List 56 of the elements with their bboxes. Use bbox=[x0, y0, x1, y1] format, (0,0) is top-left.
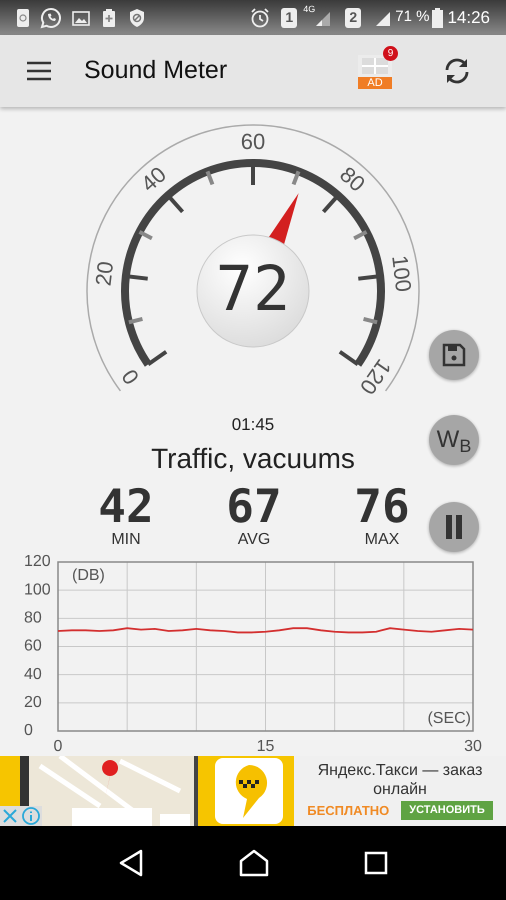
stat-value: 42 bbox=[98, 482, 154, 530]
elapsed-time: 01:45 bbox=[232, 414, 274, 436]
ad-headline: Яндекс.Такси — заказ онлайн bbox=[316, 760, 484, 799]
stat-value: 67 bbox=[226, 482, 282, 530]
noise-description: Traffic, vacuums bbox=[151, 442, 355, 476]
y-axis-label: 60 bbox=[24, 637, 42, 654]
save-button[interactable] bbox=[429, 330, 479, 380]
y-axis-label: 100 bbox=[24, 580, 51, 598]
x-axis-label: 30 bbox=[464, 738, 482, 754]
chat-icon bbox=[40, 6, 62, 28]
install-button[interactable]: УСТАНОВИТЬ bbox=[401, 801, 493, 820]
notification-badge: 9 bbox=[383, 46, 398, 61]
scale-label: 120 bbox=[354, 354, 396, 400]
alarm-icon bbox=[249, 6, 272, 28]
stat-label: AVG bbox=[238, 530, 270, 550]
stat-label: MIN bbox=[111, 530, 141, 550]
network-type: 4G bbox=[303, 3, 316, 16]
weighting-button[interactable]: W$_{B}$ bbox=[429, 415, 479, 465]
app-title: Sound Meter bbox=[84, 55, 228, 86]
pause-icon bbox=[444, 515, 464, 539]
x-axis-label: 15 bbox=[256, 738, 274, 754]
stat-label: MAX bbox=[364, 530, 400, 550]
back-icon[interactable] bbox=[118, 848, 144, 877]
stat-value: 76 bbox=[354, 482, 410, 530]
scale-label: 20 bbox=[90, 260, 118, 288]
recents-icon[interactable] bbox=[364, 850, 388, 875]
battery-percent: 71 % bbox=[395, 7, 430, 28]
y-axis-label: 0 bbox=[24, 722, 33, 739]
y-axis-label: 20 bbox=[24, 694, 42, 711]
scale-label: 100 bbox=[387, 254, 416, 294]
ad-label: AD bbox=[358, 77, 392, 89]
sim-badge: 2 bbox=[345, 8, 362, 28]
x-axis-label: 0 bbox=[54, 738, 62, 754]
blocked-shield-icon bbox=[128, 8, 146, 28]
scale-label: 80 bbox=[335, 162, 370, 197]
price-label: БЕСПЛАТНО bbox=[307, 802, 390, 820]
battery-icon bbox=[432, 8, 444, 28]
menu-icon[interactable] bbox=[26, 61, 52, 81]
scale-label: 0 bbox=[116, 364, 144, 390]
needle bbox=[268, 193, 299, 246]
gift-icon bbox=[362, 58, 388, 74]
pause-button[interactable] bbox=[429, 502, 479, 552]
floppy-icon bbox=[442, 343, 466, 367]
sim-badge: 1 bbox=[281, 8, 298, 28]
y-axis-title: (DB) bbox=[72, 566, 105, 584]
home-icon[interactable] bbox=[238, 848, 269, 877]
y-axis-label: 80 bbox=[24, 609, 42, 626]
phone-icon bbox=[16, 8, 30, 28]
reading-display: 72 bbox=[216, 252, 290, 325]
y-axis-label: 120 bbox=[24, 552, 51, 570]
scale-label: 60 bbox=[240, 128, 266, 154]
clock: 14:26 bbox=[447, 6, 490, 29]
y-axis-label: 40 bbox=[24, 665, 42, 682]
scale-label: 40 bbox=[136, 162, 171, 197]
x-axis-title: (SEC) bbox=[427, 710, 471, 726]
battery-plus-icon bbox=[100, 8, 118, 28]
